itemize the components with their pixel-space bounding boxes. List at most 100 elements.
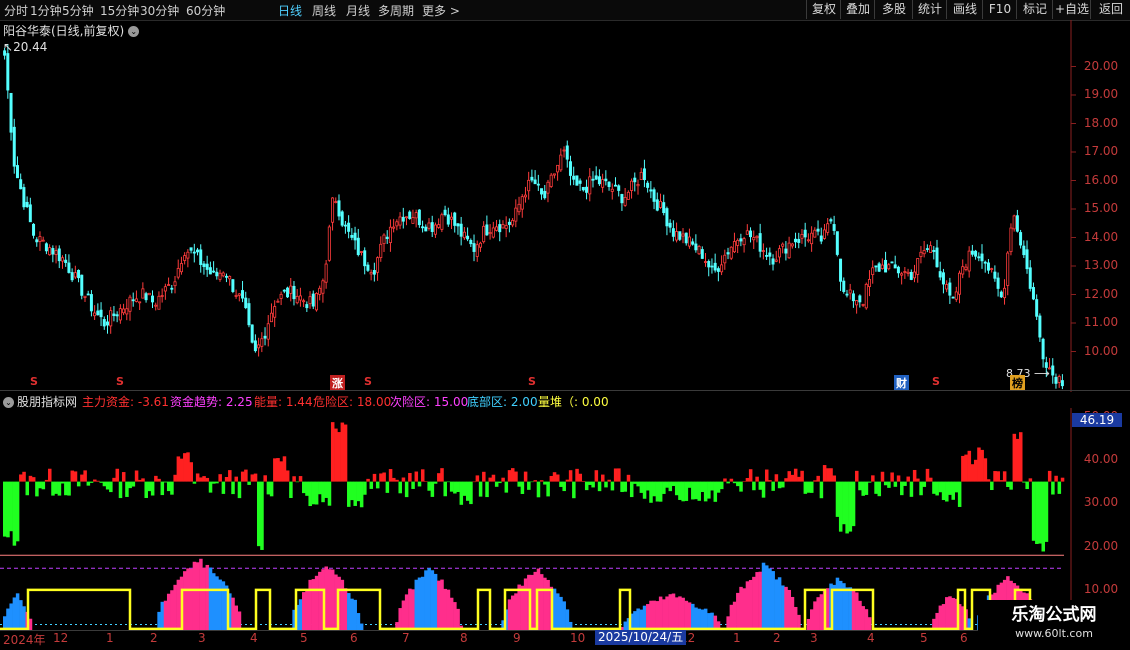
period-tab-5[interactable]: 60分钟 bbox=[186, 2, 225, 19]
candle-body bbox=[208, 267, 212, 275]
toolbar-button-1[interactable]: 叠加 bbox=[840, 0, 875, 19]
capital-bar bbox=[205, 477, 210, 482]
capital-bar bbox=[941, 481, 946, 501]
candle-body bbox=[591, 178, 595, 181]
capital-bar bbox=[539, 480, 544, 482]
candle-body bbox=[250, 324, 254, 343]
candle-body bbox=[134, 298, 138, 302]
candle-body bbox=[347, 222, 351, 232]
capital-bar bbox=[80, 474, 84, 482]
period-tab-2[interactable]: 5分钟 bbox=[62, 2, 94, 19]
candle-body bbox=[469, 240, 473, 245]
candle-body bbox=[816, 228, 820, 232]
candle-body bbox=[620, 194, 624, 204]
capital-bar bbox=[887, 481, 891, 488]
trend-bar bbox=[12, 597, 17, 630]
candle-body bbox=[790, 243, 794, 247]
toolbar-button-5[interactable]: F10 bbox=[982, 0, 1017, 19]
trend-bar bbox=[440, 579, 444, 630]
event-marker[interactable]: S bbox=[116, 375, 124, 388]
candle-body bbox=[41, 239, 45, 242]
candle-body bbox=[652, 189, 656, 202]
capital-bar bbox=[411, 481, 415, 489]
candle-body bbox=[613, 184, 617, 187]
capital-bar bbox=[147, 481, 152, 492]
toolbar-button-2[interactable]: 多股 bbox=[874, 0, 913, 19]
date-tick: 6 bbox=[350, 631, 358, 645]
capital-bar bbox=[694, 481, 698, 500]
candlestick-chart[interactable] bbox=[0, 20, 1130, 392]
candle-body bbox=[861, 303, 865, 306]
event-marker[interactable]: S bbox=[528, 375, 536, 388]
toolbar-button-8[interactable]: 返回 bbox=[1090, 0, 1130, 19]
capital-bar bbox=[57, 481, 62, 496]
candle-body bbox=[109, 310, 113, 327]
candle-body bbox=[96, 310, 100, 316]
capital-bar bbox=[353, 481, 357, 506]
capital-bar bbox=[674, 481, 679, 496]
toolbar-button-4[interactable]: 画线 bbox=[946, 0, 983, 19]
date-tick: 6 bbox=[960, 631, 968, 645]
period-tab-8[interactable]: 月线 bbox=[346, 2, 370, 19]
candle-body bbox=[880, 264, 884, 269]
candle-body bbox=[990, 268, 994, 270]
period-tab-3[interactable]: 15分钟 bbox=[100, 2, 139, 19]
candle-body bbox=[430, 222, 434, 232]
period-tab-9[interactable]: 多周期 bbox=[378, 2, 414, 19]
trend-bar bbox=[160, 601, 165, 630]
candle-body bbox=[835, 231, 839, 255]
capital-bar bbox=[588, 481, 592, 485]
capital-bar bbox=[629, 481, 634, 498]
toolbar-button-7[interactable]: +自选 bbox=[1052, 0, 1091, 19]
date-tick: 2024年 bbox=[3, 633, 46, 647]
toolbar-button-3[interactable]: 统计 bbox=[912, 0, 947, 19]
capital-bar bbox=[568, 470, 573, 482]
period-tab-6[interactable]: 日线 bbox=[278, 2, 302, 19]
capital-bar bbox=[617, 468, 621, 482]
candle-body bbox=[218, 272, 222, 280]
candle-body bbox=[414, 212, 418, 219]
period-tab-10[interactable]: 更多 > bbox=[422, 2, 460, 19]
toolbar-button-0[interactable]: 复权 bbox=[806, 0, 841, 19]
chevron-down-icon[interactable]: ⌄ bbox=[3, 397, 14, 408]
capital-bar bbox=[919, 481, 923, 496]
capital-bar bbox=[446, 481, 451, 483]
candle-body bbox=[83, 295, 87, 298]
trend-bar bbox=[636, 608, 640, 630]
event-marker[interactable]: S bbox=[932, 375, 940, 388]
trend-bar bbox=[642, 605, 647, 630]
trend-bar bbox=[314, 575, 319, 630]
capital-bar bbox=[504, 481, 509, 493]
event-marker[interactable]: 榜 bbox=[1010, 375, 1025, 391]
capital-bar bbox=[1057, 481, 1062, 494]
capital-bar bbox=[935, 481, 939, 496]
trend-bar bbox=[649, 600, 653, 630]
capital-bar bbox=[269, 481, 274, 497]
trend-bar bbox=[343, 588, 348, 630]
candle-body bbox=[565, 145, 569, 160]
event-marker[interactable]: 财 bbox=[894, 375, 909, 391]
candle-body bbox=[697, 246, 701, 255]
indicator-chart[interactable] bbox=[0, 408, 1130, 630]
period-tab-0[interactable]: 分时 bbox=[4, 2, 28, 19]
trend-bar bbox=[951, 597, 955, 630]
capital-bar bbox=[967, 450, 972, 482]
candle-body bbox=[459, 223, 463, 237]
capital-bar bbox=[527, 481, 531, 490]
toolbar-button-6[interactable]: 标记 bbox=[1016, 0, 1053, 19]
capital-bar bbox=[951, 481, 955, 500]
period-tab-7[interactable]: 周线 bbox=[312, 2, 336, 19]
capital-bar bbox=[514, 471, 518, 482]
capital-bar bbox=[781, 481, 785, 488]
period-tab-4[interactable]: 30分钟 bbox=[140, 2, 179, 19]
candle-body bbox=[755, 235, 759, 239]
event-marker[interactable]: 涨 bbox=[330, 375, 345, 391]
period-tab-1[interactable]: 1分钟 bbox=[30, 2, 62, 19]
trend-bar bbox=[777, 577, 782, 630]
candle-body bbox=[70, 272, 74, 281]
event-marker[interactable]: S bbox=[30, 375, 38, 388]
candle-body bbox=[12, 126, 16, 167]
event-marker[interactable]: S bbox=[364, 375, 372, 388]
capital-bar bbox=[343, 424, 348, 482]
capital-bar bbox=[475, 475, 480, 482]
